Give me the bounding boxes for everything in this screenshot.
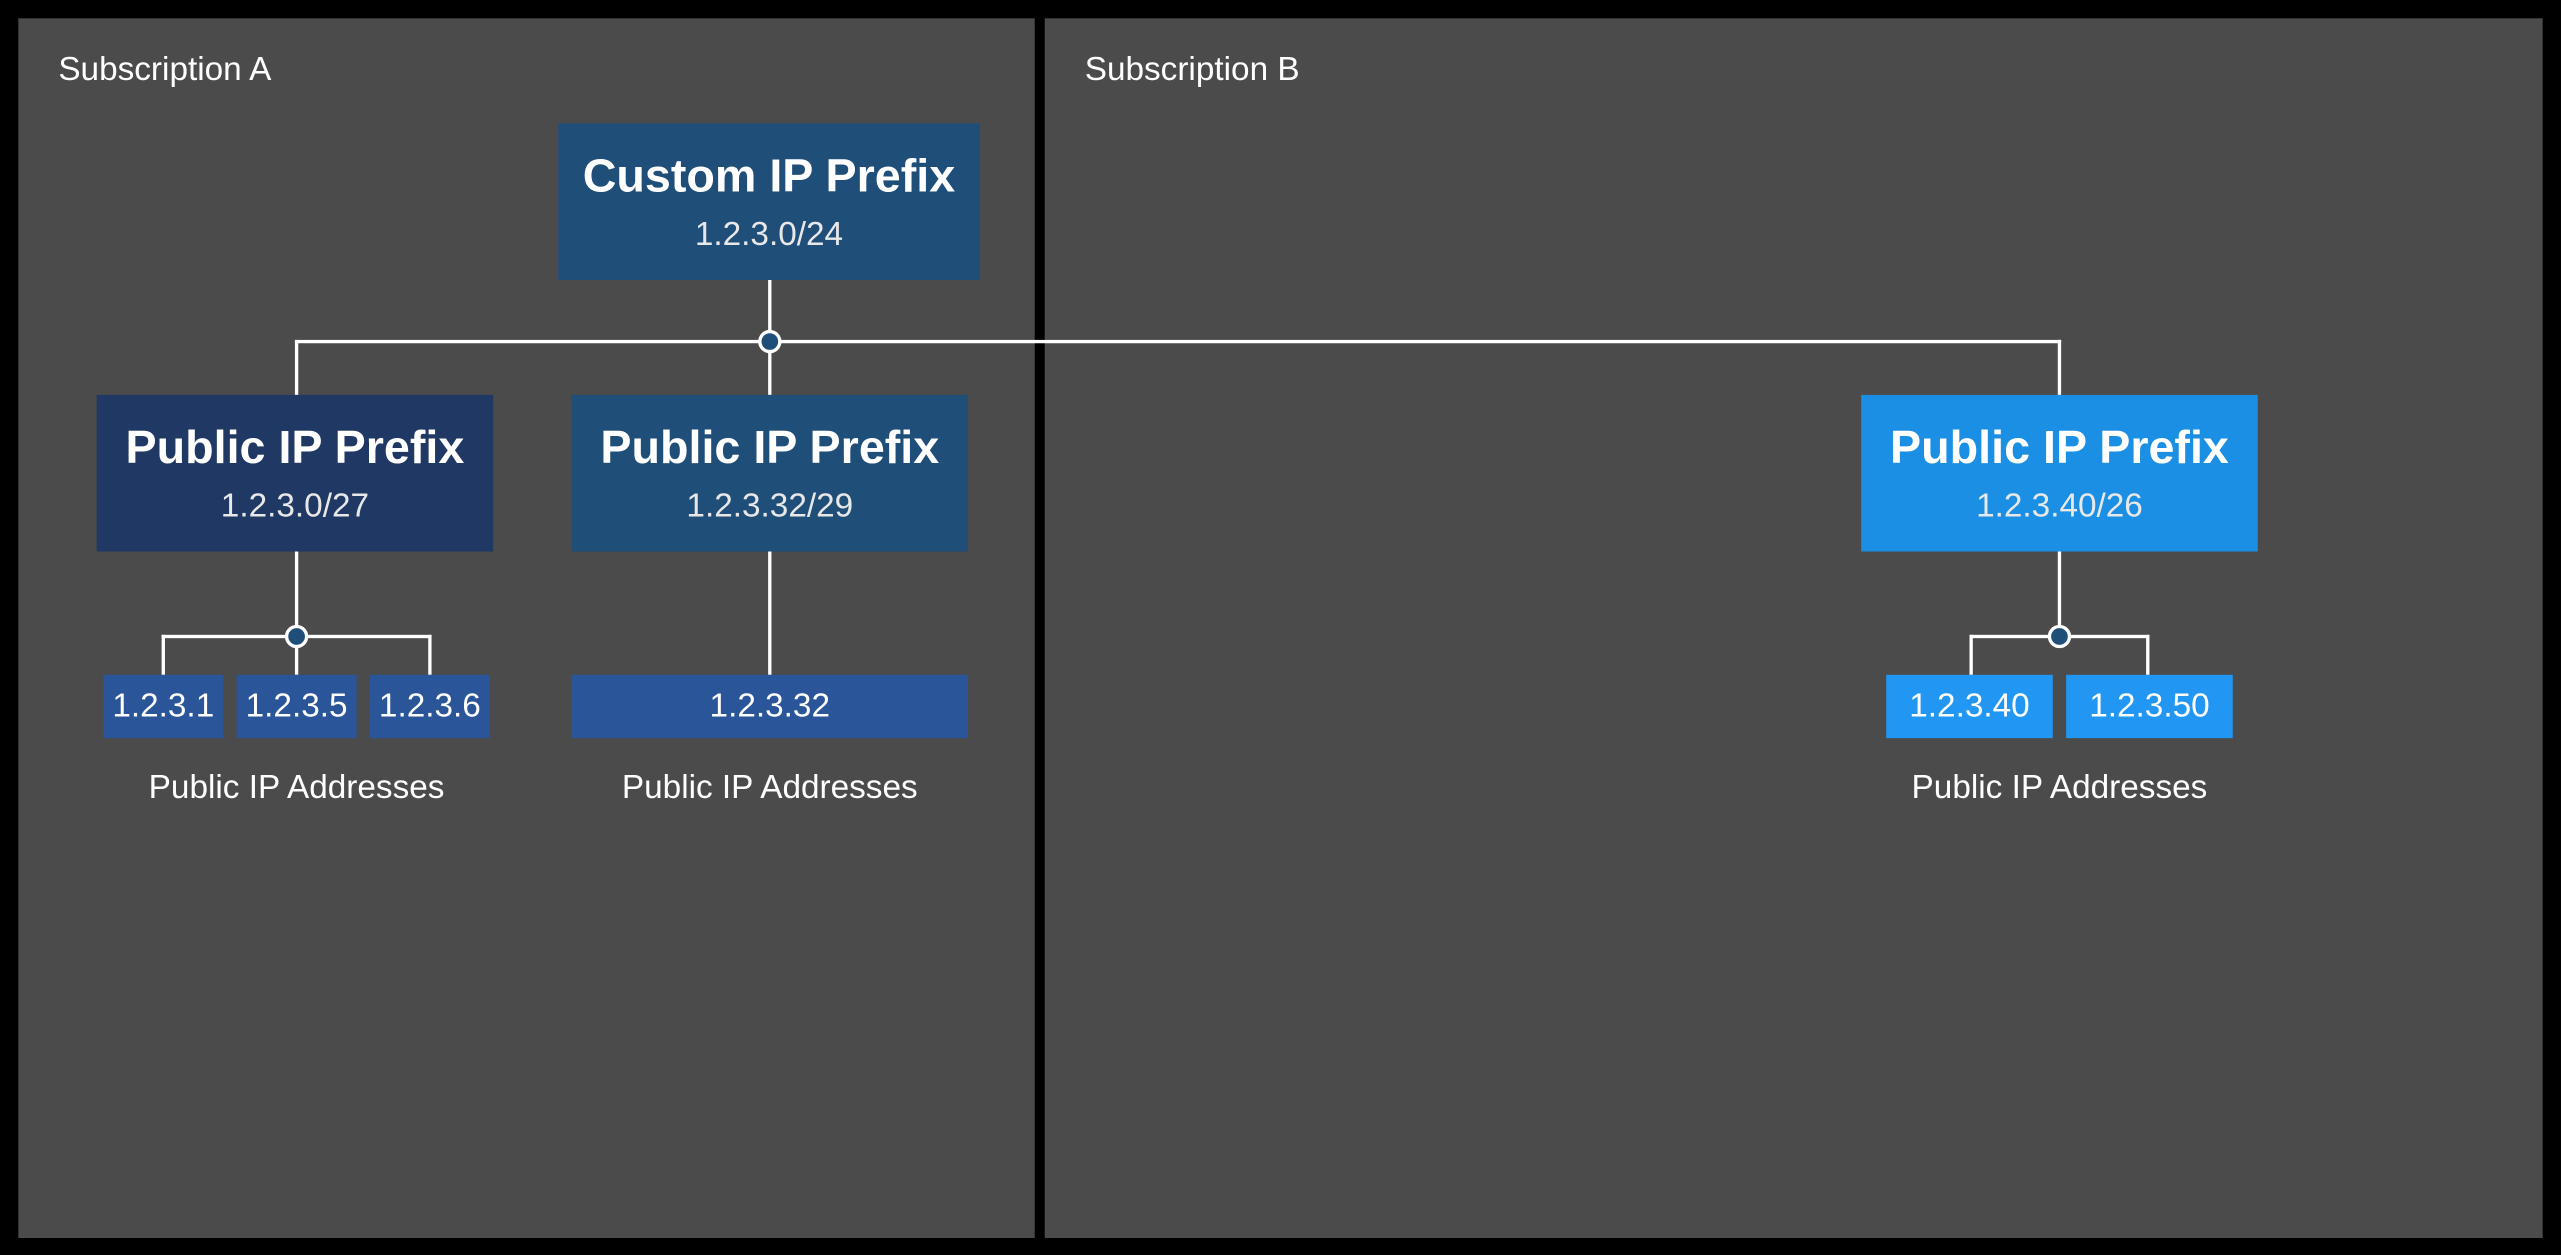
ip-address-box: 1.2.3.32: [572, 675, 969, 738]
connector-line: [2146, 635, 2149, 675]
junction-dot: [758, 330, 781, 353]
diagram-canvas: Subscription A Subscription B Custom IP …: [0, 0, 2561, 1255]
ip-address-box: 1.2.3.50: [2066, 675, 2233, 738]
public-ip-prefix-2-box: Public IP Prefix 1.2.3.32/29: [572, 395, 969, 552]
addresses-caption: Public IP Addresses: [570, 770, 970, 808]
junction-dot: [285, 625, 308, 648]
custom-ip-prefix-cidr: 1.2.3.0/24: [695, 217, 843, 255]
ip-address-box: 1.2.3.40: [1886, 675, 2053, 738]
public-ip-prefix-2-title: Public IP Prefix: [600, 419, 939, 475]
subscription-b-label: Subscription B: [1085, 52, 1300, 90]
connector-line: [295, 340, 298, 395]
ip-address-box: 1.2.3.5: [237, 675, 357, 738]
connector-line: [768, 552, 771, 675]
addresses-caption: Public IP Addresses: [97, 770, 497, 808]
public-ip-prefix-3-cidr: 1.2.3.40/26: [1976, 489, 2143, 527]
public-ip-prefix-3-box: Public IP Prefix 1.2.3.40/26: [1861, 395, 2258, 552]
connector-line: [1969, 635, 1972, 675]
connector-line: [2058, 340, 2061, 395]
subscription-b-panel: Subscription B: [1045, 18, 2543, 1238]
ip-address-box: 1.2.3.6: [370, 675, 490, 738]
connector-line: [162, 635, 165, 675]
connector-line: [295, 340, 2061, 343]
ip-address-box: 1.2.3.1: [103, 675, 223, 738]
junction-dot: [2048, 625, 2071, 648]
public-ip-prefix-1-title: Public IP Prefix: [126, 419, 465, 475]
connector-line: [428, 635, 431, 675]
custom-ip-prefix-title: Custom IP Prefix: [583, 148, 956, 204]
addresses-caption: Public IP Addresses: [1860, 770, 2260, 808]
public-ip-prefix-3-title: Public IP Prefix: [1890, 419, 2229, 475]
subscription-a-label: Subscription A: [58, 52, 271, 90]
public-ip-prefix-1-box: Public IP Prefix 1.2.3.0/27: [97, 395, 494, 552]
public-ip-prefix-1-cidr: 1.2.3.0/27: [221, 489, 369, 527]
custom-ip-prefix-box: Custom IP Prefix 1.2.3.0/24: [558, 123, 980, 280]
public-ip-prefix-2-cidr: 1.2.3.32/29: [686, 489, 853, 527]
